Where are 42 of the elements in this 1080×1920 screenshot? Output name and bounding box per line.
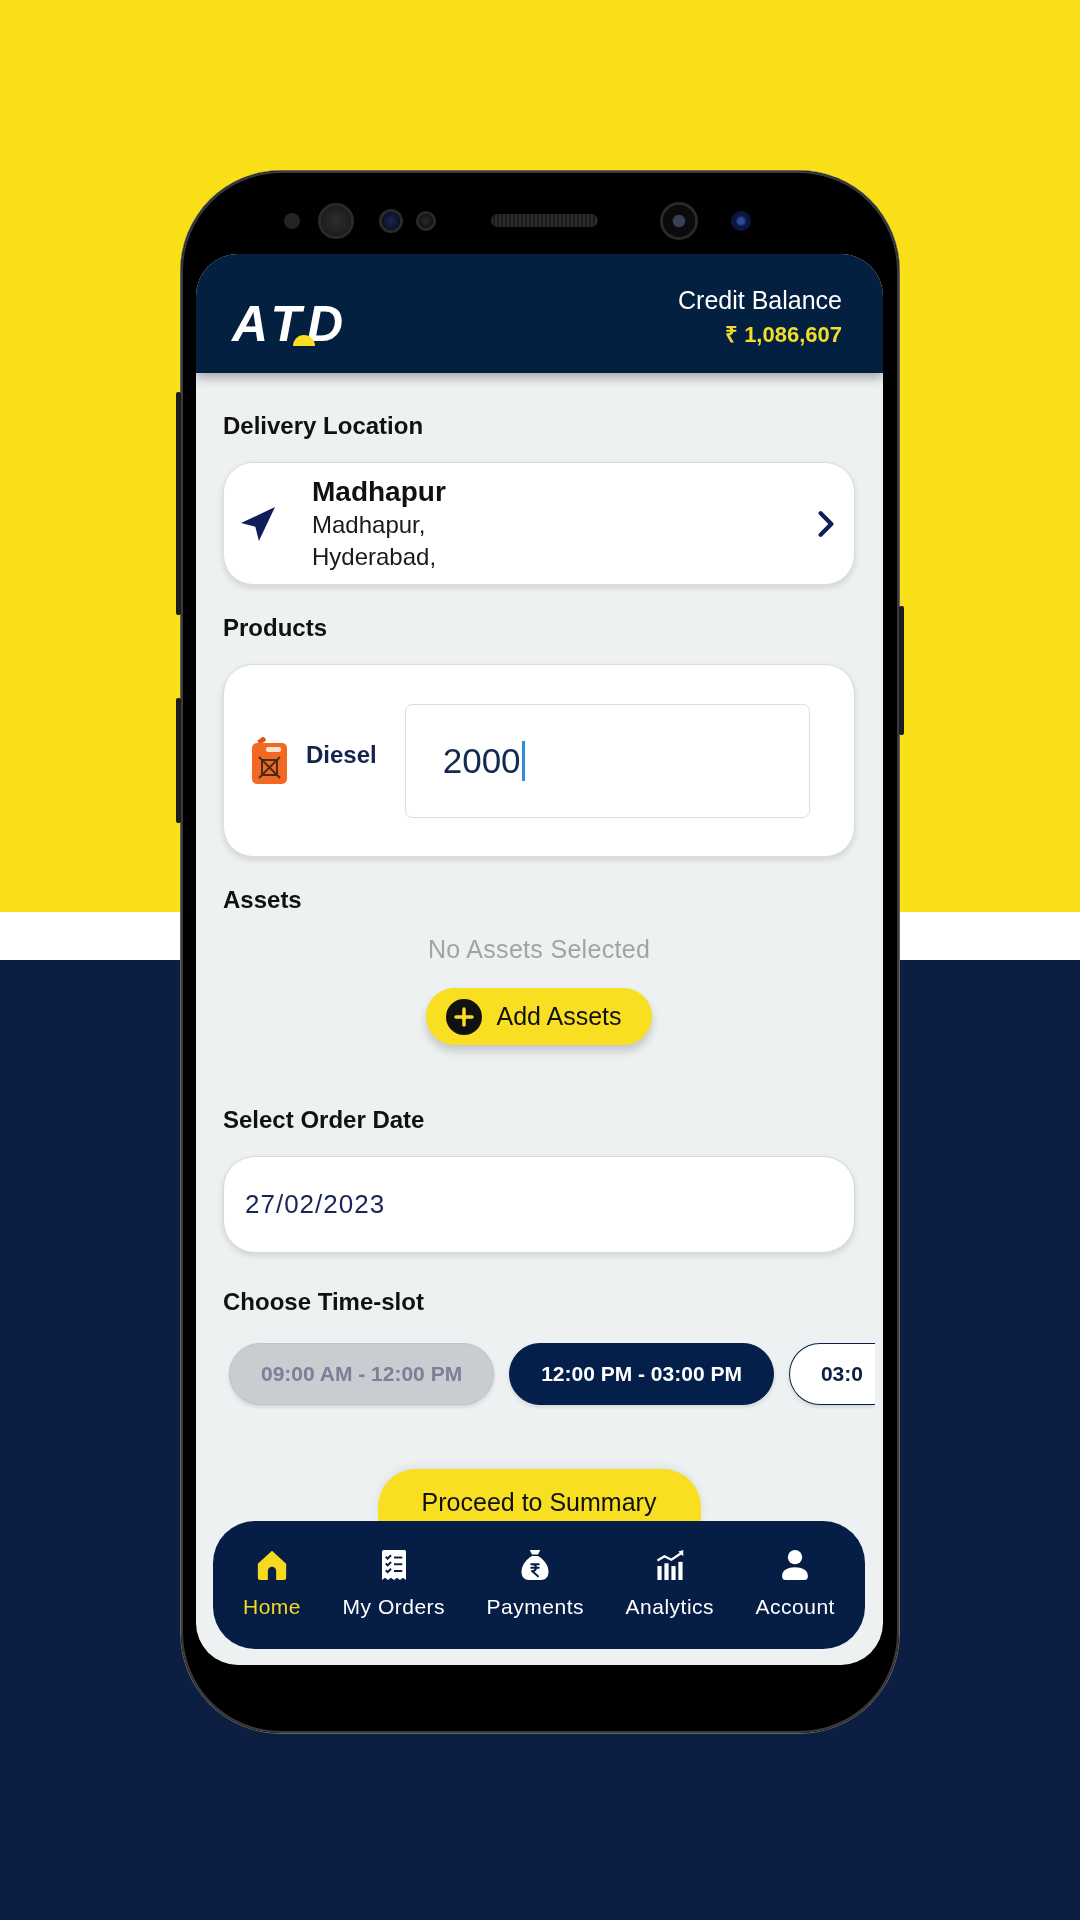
- credit-balance-label: Credit Balance: [678, 285, 842, 315]
- lens-icon: [419, 213, 433, 228]
- location-title: Madhapur: [312, 474, 447, 509]
- empty-state-text: No Assets Selected: [426, 934, 652, 964]
- add-assets-button[interactable]: Add Assets: [426, 988, 652, 1045]
- time-slot-chip[interactable]: 03:0: [788, 1343, 875, 1405]
- sensor-icon: [284, 212, 300, 229]
- nav-tab[interactable]: Account: [755, 1550, 835, 1620]
- text-cursor-icon: [521, 740, 525, 781]
- bar-chart-icon: [655, 1550, 684, 1580]
- proceed-button[interactable]: Proceed to Summary: [377, 1469, 701, 1521]
- product-name: Diesel: [306, 740, 377, 769]
- time-slot-chip[interactable]: 12:00 PM - 03:00 PM: [509, 1343, 774, 1405]
- lens-icon: [382, 211, 400, 230]
- lens-icon: [731, 210, 751, 231]
- camera-icon: [663, 204, 695, 237]
- nav-tab[interactable]: Analytics: [625, 1550, 715, 1620]
- logo: ATD: [232, 303, 350, 344]
- checklist-icon: [381, 1550, 406, 1580]
- speaker-grille-icon: [491, 214, 598, 227]
- home-icon: [257, 1550, 287, 1580]
- address-line: Hyderabad,: [312, 541, 438, 572]
- person-icon: [782, 1550, 809, 1580]
- address-line: Madhapur,: [312, 509, 427, 540]
- plus-circle-icon: [446, 998, 483, 1035]
- section-title: Assets: [223, 886, 303, 914]
- nav-tab[interactable]: Payments: [486, 1550, 584, 1620]
- sensor-icon: [321, 205, 351, 236]
- quantity-field[interactable]: 2000: [404, 703, 810, 818]
- location-card[interactable]: Madhapur Madhapur, Hyderabad,: [223, 462, 855, 585]
- section-title: Select Order Date: [223, 1106, 426, 1134]
- section-title: Choose Time-slot: [223, 1288, 425, 1316]
- date-field[interactable]: 27/02/2023: [223, 1156, 855, 1253]
- money-bag-icon: [521, 1550, 550, 1580]
- nav-tab[interactable]: Home: [243, 1550, 302, 1620]
- section-title: Delivery Location: [223, 412, 425, 440]
- section-title: Products: [223, 614, 328, 642]
- navigation-arrow-icon: [241, 506, 275, 541]
- nav-tab[interactable]: My Orders: [342, 1550, 446, 1620]
- credit-balance-amount: ₹ 1,086,607: [725, 321, 842, 349]
- chevron-right-icon: [818, 508, 834, 539]
- jerry-can-icon: [251, 737, 288, 784]
